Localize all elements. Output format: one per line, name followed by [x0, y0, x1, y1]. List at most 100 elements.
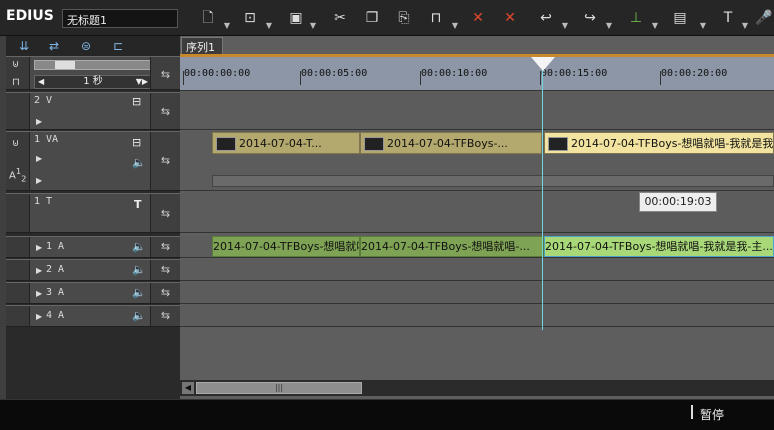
pattern-button-4a[interactable]: ⇆	[150, 306, 180, 326]
track-name-1va: 1 VA	[34, 134, 59, 145]
open-dropdown-icon[interactable]: ▼	[264, 16, 274, 36]
expand-icon[interactable]: ▶	[36, 312, 42, 321]
audio-clip[interactable]: 2014-07-04-TFBoys-想唱就唱-...	[360, 236, 544, 257]
expand-icon[interactable]: ▶	[36, 243, 42, 252]
redo-icon[interactable]: ↪	[580, 8, 600, 28]
scroll-left-icon[interactable]: ◀	[182, 382, 194, 394]
audio-clip[interactable]: 2014-07-04-TFBoys-想唱就唱-...	[212, 236, 360, 257]
video-clip[interactable]: 2014-07-04-TFBoys-...	[360, 132, 542, 154]
pattern-button-2v[interactable]: ⇆	[150, 93, 180, 129]
zoom-slider-thumb[interactable]	[55, 61, 75, 69]
sequence-tab[interactable]: 序列1	[181, 37, 223, 55]
save-dropdown-icon[interactable]: ▼	[308, 16, 318, 36]
ruler-label: 00:00:10:00	[421, 68, 488, 79]
paste-icon[interactable]: ⎘	[394, 8, 414, 28]
save-icon[interactable]: ▣	[286, 8, 306, 28]
expand-icon[interactable]: ▶	[36, 266, 42, 275]
speaker-icon[interactable]: 🔈	[132, 286, 146, 299]
marker-dropdown-icon[interactable]: ▼	[650, 16, 660, 36]
scrollbar-thumb[interactable]: |||	[196, 382, 362, 394]
title-icon[interactable]: T	[718, 8, 738, 28]
render-dropdown-icon[interactable]: ▼	[698, 16, 708, 36]
track-3a[interactable]	[180, 282, 774, 304]
pattern-button-1va[interactable]: ⇆	[150, 132, 180, 190]
track-header-1va: ⊍ A12 1 VA ⊟ 🔈 ▶ ▶ ⇆	[6, 131, 180, 191]
track-header-4a: ▶ 4 A 🔈 ⇆	[6, 305, 180, 327]
undo-dropdown-icon[interactable]: ▼	[560, 16, 570, 36]
track-1a[interactable]: 2014-07-04-TFBoys-想唱就唱-... 2014-07-04-TF…	[180, 236, 774, 258]
video-monitor-icon[interactable]: ⊟	[132, 136, 141, 149]
title-dropdown-icon[interactable]: ▼	[740, 16, 750, 36]
track-name-2v: 2 V	[34, 95, 53, 106]
va-audio-lane[interactable]	[212, 175, 774, 187]
pattern-button-1a[interactable]: ⇆	[150, 237, 180, 257]
zoom-select[interactable]: ◀ 1 秒 ▼▶	[34, 75, 152, 89]
speaker-icon[interactable]: 🔈	[132, 240, 146, 253]
time-ruler[interactable]: 00:00:00:00 00:00:05:00 00:00:10:00 00:0…	[180, 57, 774, 91]
clip-label: 2014-07-04-T...	[239, 137, 322, 150]
status-text: 暂停	[699, 408, 724, 422]
track-patch[interactable]: A12	[9, 166, 26, 183]
horizontal-scrollbar[interactable]: ◀ |||	[180, 380, 774, 396]
audio-clip-selected[interactable]: 2014-07-04-TFBoys-想唱就唱-我就是我-主...	[544, 236, 774, 257]
expand-icon[interactable]: ▶	[36, 117, 42, 126]
video-clip[interactable]: 2014-07-04-T...	[212, 132, 360, 154]
playhead-marker[interactable]	[531, 57, 555, 71]
track-name-3a: 3 A	[46, 287, 65, 298]
delete-icon[interactable]: ✕	[500, 8, 520, 28]
pattern-button-1t[interactable]: ⇆	[150, 194, 180, 232]
lock-column: ⊍ A12	[6, 132, 30, 190]
new-project-icon[interactable]: 🗋	[198, 8, 218, 28]
link-icon[interactable]: ⇄	[42, 37, 66, 55]
status-bar: 暂停	[0, 399, 774, 430]
cut-icon[interactable]: ✂	[330, 8, 350, 28]
expand-audio-icon[interactable]: ▶	[36, 176, 42, 185]
voiceover-icon[interactable]: 🎤	[754, 8, 774, 28]
open-icon[interactable]: ⊡	[240, 8, 260, 28]
speaker-icon[interactable]: 🔈	[132, 309, 146, 322]
pattern-button-3a[interactable]: ⇆	[150, 283, 180, 303]
swap-icon: ⇆	[160, 207, 171, 220]
speaker-icon[interactable]: 🔈	[132, 156, 146, 169]
speaker-icon[interactable]: 🔈	[132, 263, 146, 276]
video-mute-icon[interactable]: ⊍	[12, 138, 19, 149]
zoom-pattern-button[interactable]: ⇆	[150, 57, 180, 89]
project-title-field[interactable]: 无标题1	[62, 9, 178, 28]
clip-thumbnail	[216, 137, 236, 151]
video-monitor-icon[interactable]: ⊟	[132, 95, 141, 108]
zoom-right-icon[interactable]: ▼▶	[136, 76, 148, 88]
video-mute-icon[interactable]: ⊍	[12, 59, 19, 70]
video-clip-selected[interactable]: 2014-07-04-TFBoys-想唱就唱-我就是我-主	[544, 132, 774, 154]
track-2a[interactable]	[180, 259, 774, 281]
playhead-line[interactable]	[542, 70, 543, 330]
mode-dropdown-icon[interactable]: ▼	[450, 16, 460, 36]
track-2v[interactable]	[180, 92, 774, 130]
undo-icon[interactable]: ↩	[536, 8, 556, 28]
redo-dropdown-icon[interactable]: ▼	[604, 16, 614, 36]
render-icon[interactable]: ▤	[670, 8, 690, 28]
pattern-button-2a[interactable]: ⇆	[150, 260, 180, 280]
marker-icon[interactable]: ⊥	[626, 8, 646, 28]
clip-label: 2014-07-04-TFBoys-想唱就唱-...	[361, 240, 530, 253]
expand-icon[interactable]: ▶	[36, 154, 42, 163]
track-4a[interactable]	[180, 305, 774, 327]
copy-icon[interactable]: ❐	[362, 8, 382, 28]
insert-mode-icon[interactable]: ⊓	[426, 8, 446, 28]
clip-label: 2014-07-04-TFBoys-...	[387, 137, 508, 150]
app-logo: EDIUS	[6, 8, 54, 24]
group-icon[interactable]: ⊏	[106, 37, 130, 55]
swap-icon: ⇆	[160, 286, 171, 299]
clip-label: 2014-07-04-TFBoys-想唱就唱-我就是我-主...	[545, 240, 773, 253]
ripple-delete-icon[interactable]: ✕	[468, 8, 488, 28]
new-dropdown-icon[interactable]: ▼	[222, 16, 232, 36]
sync-lock-icon[interactable]: ⇊	[12, 37, 36, 55]
ripple-icon[interactable]: ⊜	[74, 37, 98, 55]
zoom-slider[interactable]	[34, 60, 152, 70]
zoom-left-icon[interactable]: ◀	[38, 76, 44, 88]
track-1va[interactable]: 2014-07-04-T... 2014-07-04-TFBoys-... 20…	[180, 131, 774, 191]
title-track-icon[interactable]: T	[134, 198, 142, 211]
expand-icon[interactable]: ▶	[36, 289, 42, 298]
audio-mute-icon[interactable]: ⊓	[12, 77, 20, 88]
lock-column	[6, 237, 30, 257]
clip-label: 2014-07-04-TFBoys-想唱就唱-我就是我-主	[571, 137, 774, 150]
